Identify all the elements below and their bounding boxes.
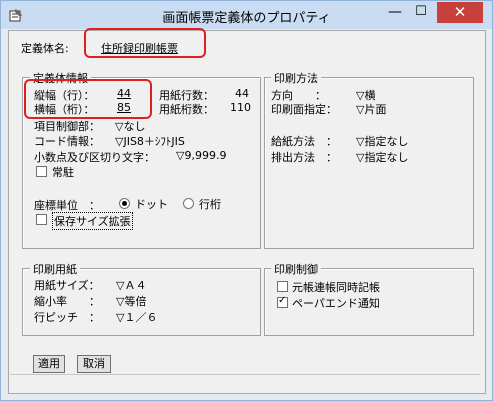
pitch-value[interactable]: ▽１／６ [116,309,157,325]
feed-value[interactable]: ▽指定なし [356,133,408,149]
definition-name-label: 定義体名: [21,42,69,55]
print-control-title: 印刷制御 [271,261,321,277]
resident-checkbox[interactable] [36,166,47,177]
minimize-button[interactable]: — [382,3,408,23]
highlight-box-size [24,79,152,119]
title-bar[interactable]: 画面帳票定義体のプロパティ — ☐ ✕ [1,1,492,29]
decimal-label: 小数点及び区切り文字： [34,151,155,164]
ledger-label: 元帳連帳同時記帳 [292,281,380,294]
eject-label: 排出方法 ： [271,151,337,164]
paper-rows-value: 44 [235,87,249,100]
coord-dot-radio[interactable] [119,198,130,209]
side-label: 印刷面指定： [271,103,337,116]
expand-size-checkbox[interactable] [36,214,47,225]
code-value[interactable]: ▽JIS8＋ｼﾌﾄJIS [115,133,185,149]
ledger-checkbox[interactable] [277,281,288,292]
paper-title: 印刷用紙 [30,261,80,277]
coord-dot-label: ドット [135,198,168,211]
paper-size-value[interactable]: ▽Ａ４ [116,277,146,293]
item-ctrl-value[interactable]: ▽なし [115,118,145,134]
paperend-checkbox[interactable] [277,295,288,308]
side-value[interactable]: ▽片面 [356,101,386,117]
resident-label: 常駐 [52,166,74,179]
paper-cols-value: 110 [230,101,251,114]
decimal-value[interactable]: ▽9,999.9 [176,149,226,162]
expand-size-label: 保存サイズ拡張 [52,212,133,230]
print-method-title: 印刷方法 [271,70,321,86]
paper-cols-label: 用紙桁数： [159,103,214,116]
paper-size-label: 用紙サイズ： [34,279,100,292]
coord-label: 座標単位 ： [34,199,100,212]
scale-label: 縮小率 ： [34,295,100,308]
maximize-button[interactable]: ☐ [408,3,434,23]
feed-label: 給紙方法 ： [271,135,337,148]
item-ctrl-label: 項目制御部： [34,120,100,133]
highlight-box [84,28,206,58]
coord-rowcol-radio[interactable] [183,198,194,209]
apply-button[interactable]: 適用 [33,355,65,373]
cancel-button[interactable]: 取消 [77,355,111,373]
scale-value[interactable]: ▽等倍 [116,293,146,309]
close-button[interactable]: ✕ [437,2,483,23]
code-label: コード情報： [34,135,100,148]
coord-rowcol-label: 行桁 [199,198,221,211]
status-bar [10,374,480,389]
eject-value[interactable]: ▽指定なし [356,149,408,165]
paperend-label: ペーパエンド通知 [292,297,380,310]
pitch-label: 行ピッチ ： [34,311,100,324]
